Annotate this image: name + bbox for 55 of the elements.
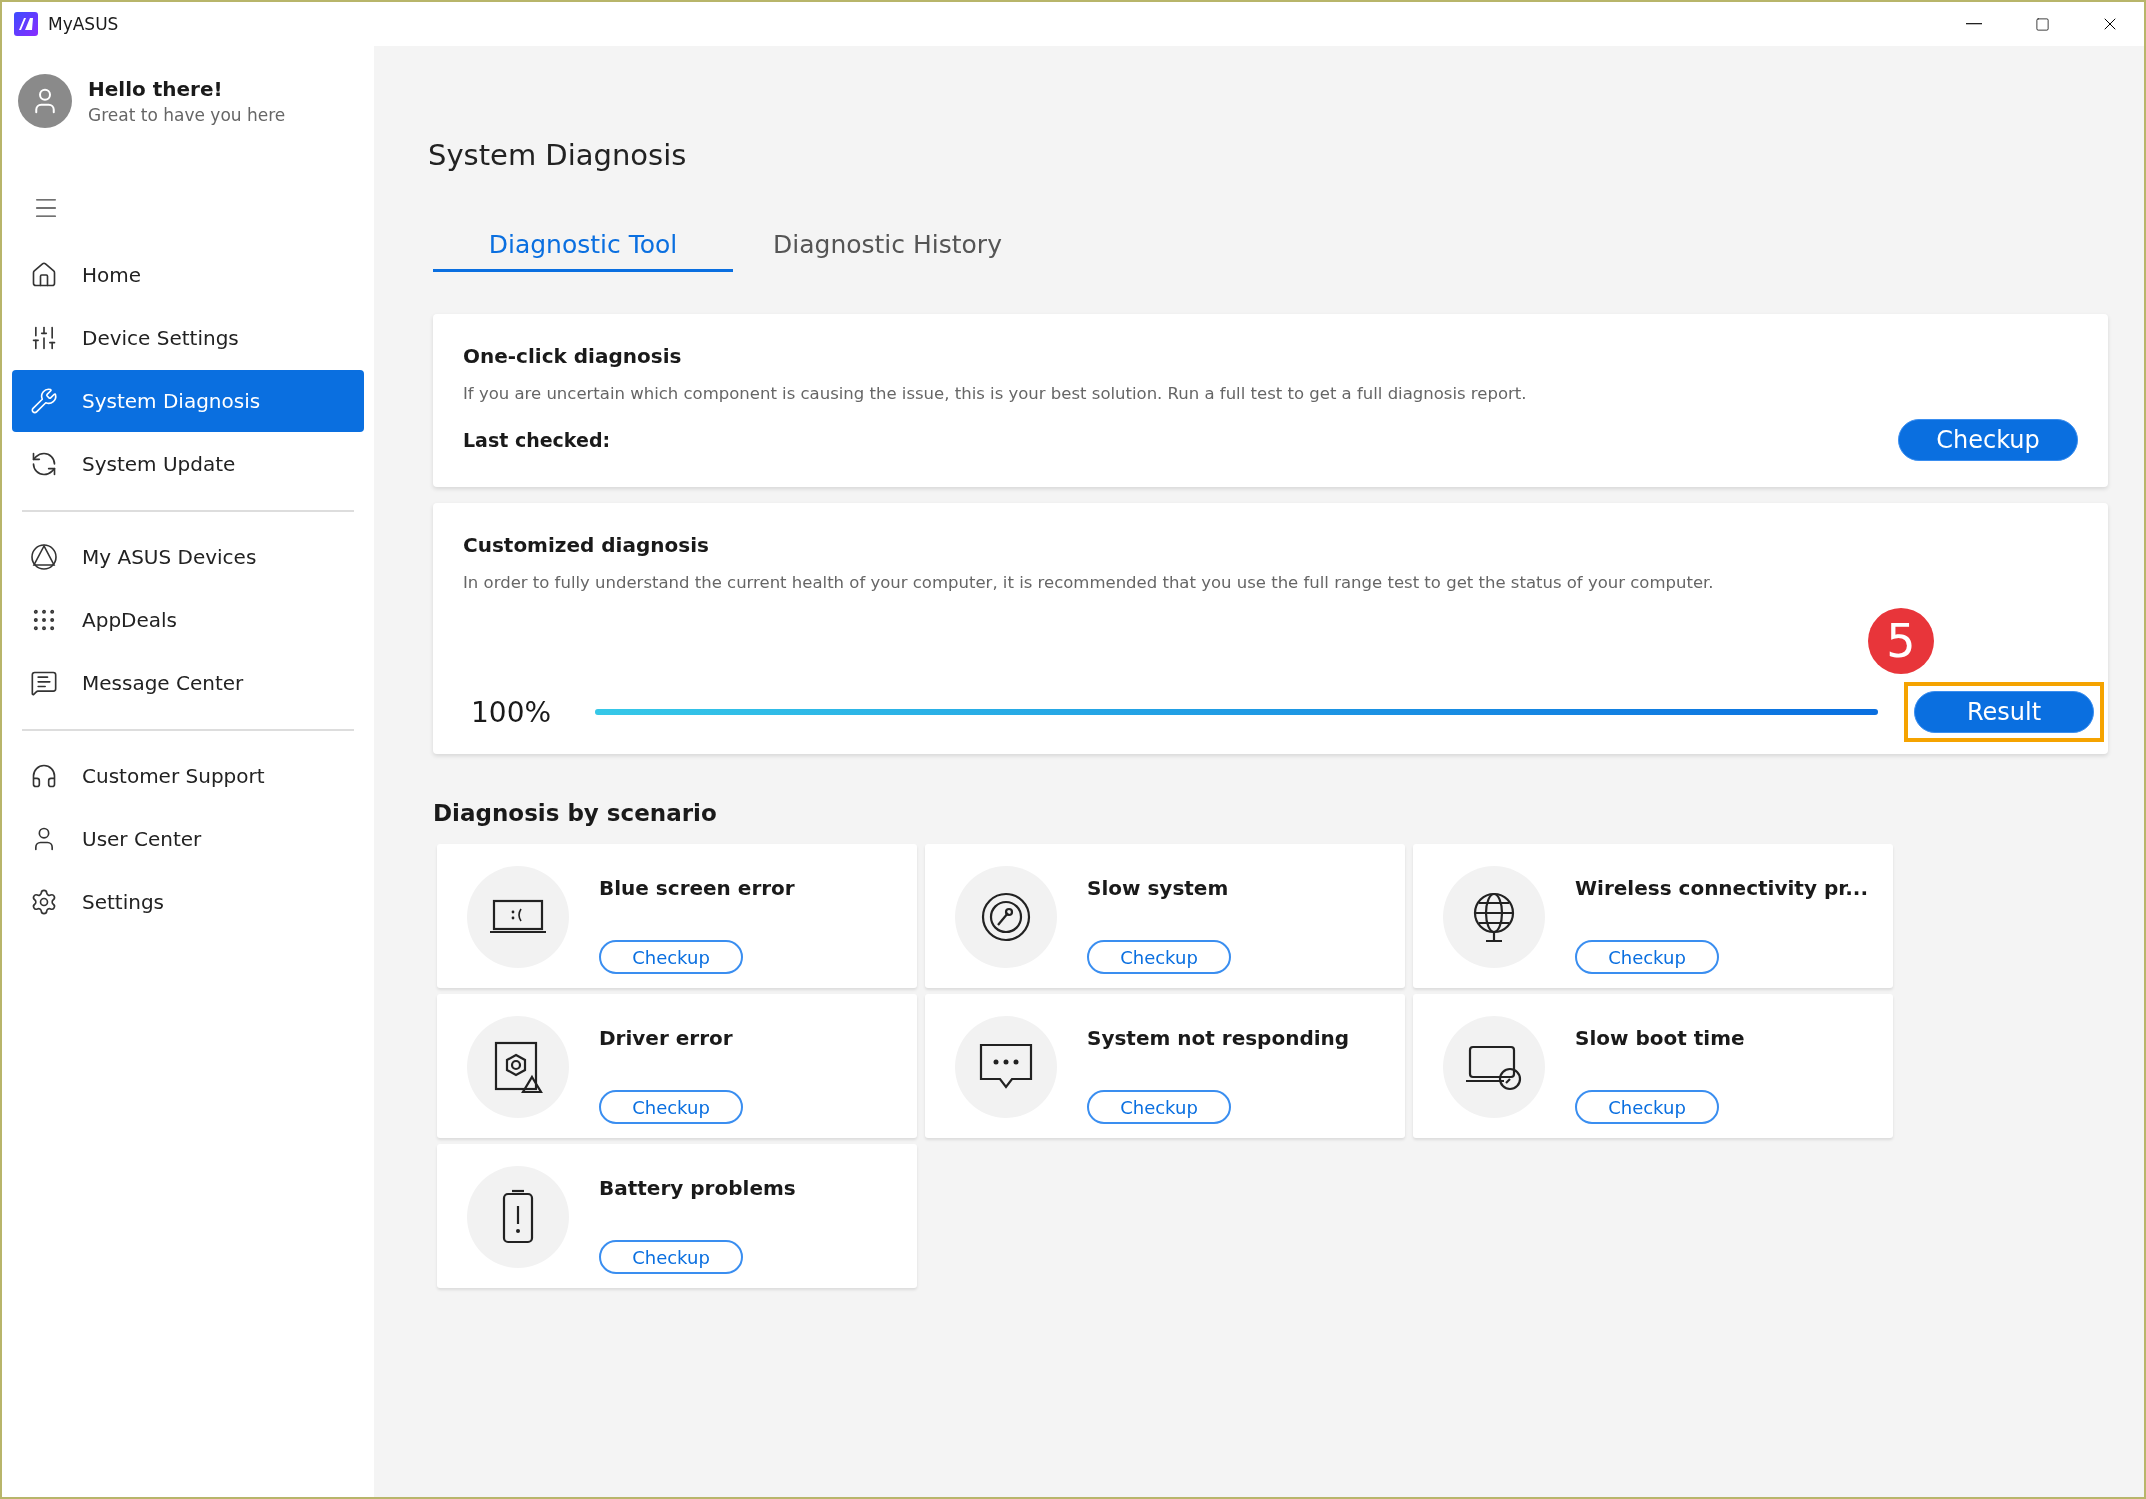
battery-warning-icon xyxy=(500,1188,536,1246)
sidebar-item[interactable]: Home xyxy=(12,244,364,306)
sidebar-item[interactable]: Device Settings xyxy=(12,307,364,369)
card-title: Customized diagnosis xyxy=(463,533,710,557)
greeting: Hello there! xyxy=(88,77,224,101)
checkup-button[interactable]: Checkup xyxy=(1575,1090,1719,1124)
sidebar-item[interactable]: User Center xyxy=(12,808,364,870)
tab[interactable]: Diagnostic Tool xyxy=(433,230,733,272)
driver-warning-icon xyxy=(492,1039,544,1095)
card-description: In order to fully understand the current health of your computer, it is recommended that you use the full range test to get the status of your computer. xyxy=(463,573,1715,592)
scenario-title: Wireless connectivity pr... xyxy=(1575,876,1869,900)
result-button[interactable]: Result xyxy=(1914,691,2094,733)
message-icon xyxy=(30,669,58,697)
sidebar-item[interactable]: Customer Support xyxy=(12,745,364,807)
monitor-clock-icon xyxy=(1464,1043,1524,1091)
app-logo xyxy=(14,12,38,36)
section-heading: Diagnosis by scenario xyxy=(433,800,718,826)
sidebar-item[interactable]: AppDeals xyxy=(12,589,364,651)
wrench-icon xyxy=(30,387,58,415)
card-title: One-click diagnosis xyxy=(463,344,683,368)
scenario-title: Driver error xyxy=(599,1026,733,1050)
page-title: System Diagnosis xyxy=(428,138,688,172)
tab[interactable]: Diagnostic History xyxy=(733,230,1042,272)
headset-icon xyxy=(30,762,58,790)
minimize-icon xyxy=(1966,23,1982,25)
gauge-icon xyxy=(980,891,1032,943)
sliders-icon xyxy=(30,324,58,352)
scenario-title: Battery problems xyxy=(599,1176,796,1200)
checkup-button[interactable]: Checkup xyxy=(1898,419,2078,461)
avatar xyxy=(18,74,72,128)
sidebar-item[interactable]: Settings xyxy=(12,871,364,933)
sidebar-item[interactable]: My ASUS Devices xyxy=(12,526,364,588)
progress-percent: 100% xyxy=(470,695,553,729)
checkup-button[interactable]: Checkup xyxy=(1087,1090,1231,1124)
sidebar-item[interactable]: System Diagnosis xyxy=(12,370,364,432)
update-icon xyxy=(30,450,58,478)
greeting-subtitle: Great to have you here xyxy=(88,105,286,125)
checkup-button[interactable]: Checkup xyxy=(599,1240,743,1274)
step-marker: 5 xyxy=(1868,608,1934,674)
checkup-button[interactable]: Checkup xyxy=(599,1090,743,1124)
scenario-title: Blue screen error xyxy=(599,876,795,900)
checkup-button[interactable]: Checkup xyxy=(1087,940,1231,974)
gear-icon xyxy=(30,888,58,916)
checkup-button[interactable]: Checkup xyxy=(1575,940,1719,974)
sidebar-item[interactable]: System Update xyxy=(12,433,364,495)
scenario-title: Slow boot time xyxy=(1575,1026,1745,1050)
home-icon xyxy=(30,261,58,289)
scenario-title: System not responding xyxy=(1087,1026,1350,1050)
maximize-icon xyxy=(2034,16,2050,32)
sidebar-item[interactable]: Message Center xyxy=(12,652,364,714)
window-title: MyASUS xyxy=(48,14,119,34)
checkup-button[interactable]: Checkup xyxy=(599,940,743,974)
card-description: If you are uncertain which component is causing the issue, this is your best solution. Run a full test to get a full diagnosis report. xyxy=(463,384,1528,403)
last-checked-label: Last checked: xyxy=(463,429,611,451)
scenario-title: Slow system xyxy=(1087,876,1229,900)
